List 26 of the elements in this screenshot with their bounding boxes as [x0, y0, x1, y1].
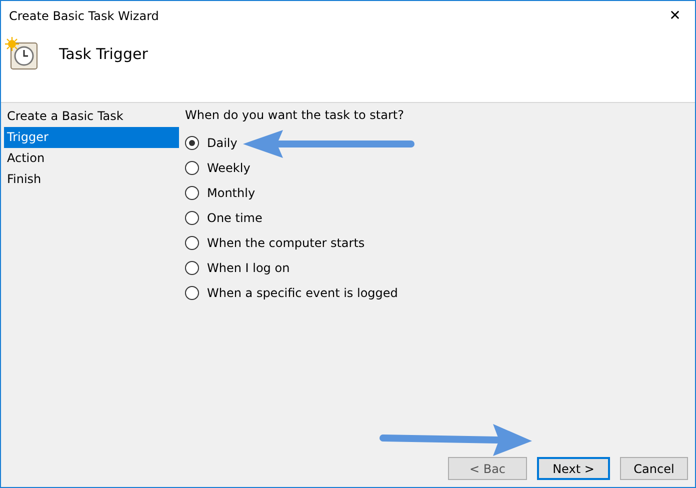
option-label: Daily — [207, 136, 238, 150]
radio-button[interactable] — [185, 236, 199, 250]
option-label: When a specific event is logged — [207, 286, 398, 300]
radio-button[interactable] — [185, 210, 199, 224]
radio-button[interactable] — [185, 260, 199, 274]
sidebar-item[interactable]: Trigger — [4, 127, 179, 148]
sidebar-item[interactable]: Create a Basic Task — [4, 106, 179, 127]
radio-button[interactable] — [185, 286, 199, 300]
radio-button[interactable] — [185, 160, 199, 174]
wizard-button[interactable]: Cancel — [620, 457, 688, 480]
clock-icon — [5, 37, 39, 71]
option-label: When I log on — [207, 260, 290, 274]
option-label: One time — [207, 210, 262, 224]
radio-button[interactable] — [185, 136, 199, 150]
sidebar-item[interactable]: Action — [4, 148, 179, 169]
window-title: Create Basic Task Wizard — [9, 9, 159, 23]
close-button[interactable]: ✕ — [655, 1, 695, 31]
page-title: Task Trigger — [59, 45, 148, 63]
question-text: When do you want the task to start? — [185, 108, 404, 122]
option-label: Monthly — [207, 186, 256, 200]
radio-button[interactable] — [185, 186, 199, 200]
sidebar-item[interactable]: Finish — [4, 169, 179, 190]
wizard-button[interactable]: < Bac — [448, 457, 527, 480]
wizard-button[interactable]: Next > — [537, 457, 610, 480]
option-label: When the computer starts — [207, 236, 365, 250]
option-label: Weekly — [207, 160, 250, 174]
